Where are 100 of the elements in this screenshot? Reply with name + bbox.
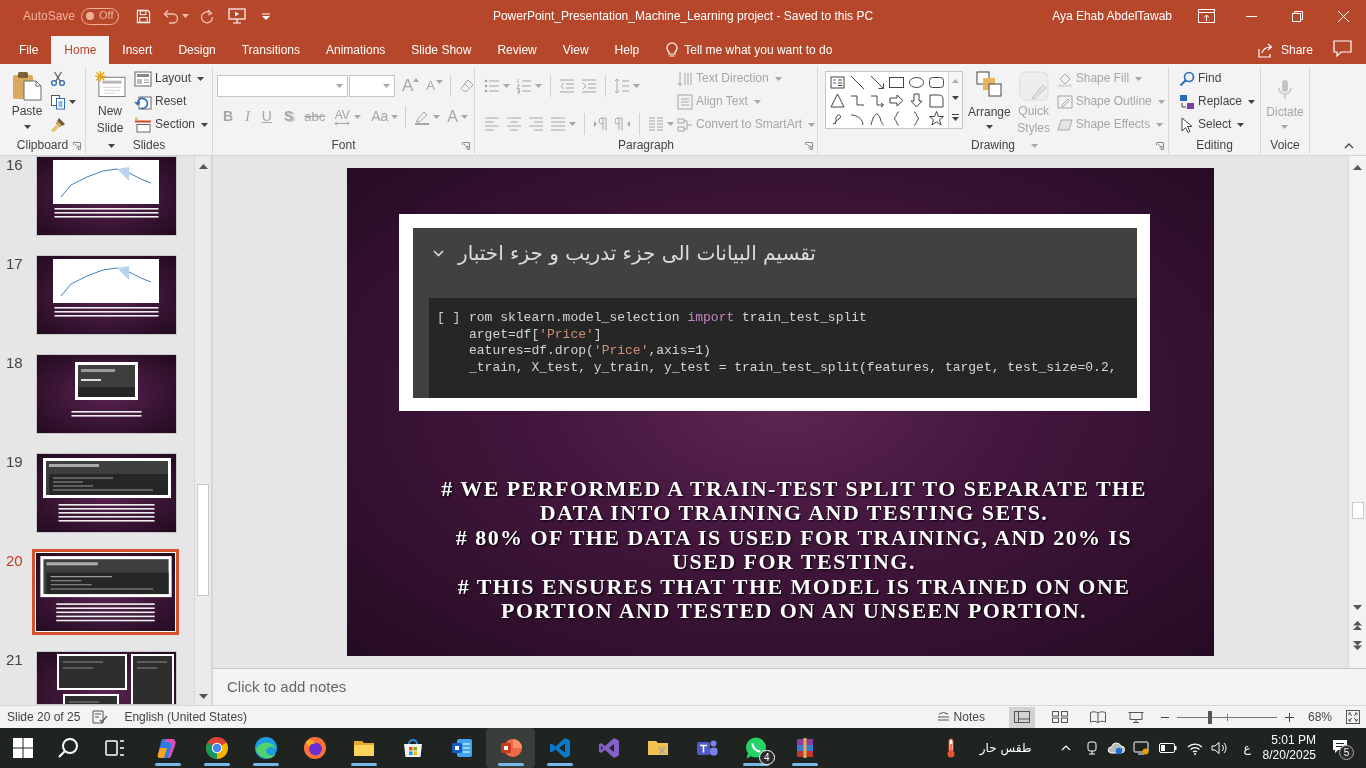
replace-button[interactable]: Replace [1177,90,1258,113]
shape-effects-icon [1056,116,1073,133]
next-slide-icon[interactable] [1353,641,1362,650]
fit-to-window-icon[interactable] [1346,710,1360,724]
arrange-button[interactable]: Arrange [966,67,1013,137]
slide-thumbnail[interactable] [36,354,177,434]
slide-thumbnail[interactable] [32,549,179,635]
diagonal-arrow-icon[interactable] [869,74,885,90]
chevron-down-icon[interactable] [433,250,444,257]
ribbon-display-icon[interactable] [1198,9,1215,23]
paste-button[interactable]: Paste [5,67,49,137]
zoom-level[interactable]: 68% [1307,709,1332,725]
layout-button[interactable]: Layout [132,67,211,90]
ltr-paragraph-icon [593,116,609,132]
triangle-icon[interactable] [830,92,846,108]
cursor-icon [1179,116,1195,133]
slide-thumbnail[interactable] [36,255,177,335]
redo-icon[interactable] [200,8,215,24]
input-language[interactable]: ع [1243,740,1251,756]
new-slide-button[interactable]: New Slide [90,67,130,137]
badge-count: 4 [759,750,775,765]
caret-down-icon [1248,99,1256,104]
elbow-arrow-icon[interactable] [869,92,885,108]
layout-icon [134,70,152,87]
text-box-icon[interactable] [830,74,846,90]
wifi-icon[interactable] [1187,741,1204,755]
ribbon-tab[interactable]: Review [484,36,550,64]
clock-time: 5:01 PM [1270,733,1316,748]
comment-icon[interactable] [1333,39,1352,57]
taskbar-app-button[interactable]: 4 [731,728,780,768]
gallery-more-icon[interactable] [952,114,959,122]
dialog-launcher-icon[interactable] [462,141,470,150]
star-icon[interactable] [928,110,944,126]
oval-icon[interactable] [909,74,924,90]
dialog-launcher-icon[interactable] [805,141,813,150]
normal-view-button[interactable] [1008,706,1035,728]
speaker-icon[interactable] [1211,741,1228,755]
presentation-screen-icon[interactable] [228,8,247,24]
block-arrow-down-icon[interactable] [909,92,924,108]
ribbon-tab[interactable]: Insert [109,36,166,64]
chevron-up-icon[interactable] [1061,745,1072,751]
microphone-icon [1276,79,1294,101]
caret-down-icon [808,122,816,127]
ribbon-tab[interactable]: Slide Show [398,36,485,64]
ribbon-tab[interactable]: View [549,36,602,64]
weather-text: طقس حار [979,740,1032,756]
scroll-up-icon[interactable] [1353,165,1362,170]
monitor-icon[interactable] [1133,741,1150,755]
chat-bubble-icon [743,736,768,760]
dialog-launcher-icon[interactable] [1156,141,1164,150]
ribbon-tab[interactable]: Home [51,36,110,64]
curve-icon[interactable] [869,110,885,126]
previous-slide-icon[interactable] [1353,621,1362,630]
plus-icon[interactable] [1284,712,1294,722]
scissors-icon[interactable] [50,70,66,87]
scroll-down-icon[interactable] [1353,605,1362,610]
slide-number: 19 [5,453,24,471]
webcam-icon[interactable] [1085,741,1100,755]
caret-down-icon [433,115,441,119]
reset-button[interactable]: Reset [132,90,211,113]
scroll-up-icon[interactable] [198,164,208,169]
rectangle-icon[interactable] [889,74,905,90]
gallery-down-icon[interactable] [952,96,959,101]
block-arrow-right-icon[interactable] [889,92,905,108]
ribbon-tab[interactable]: File [6,36,52,64]
slide-thumbnail[interactable] [36,156,177,236]
slide-thumbnail[interactable] [36,651,177,705]
section-button[interactable]: Section [132,113,211,136]
document-check-icon[interactable] [92,710,109,724]
caret-down-icon [535,84,542,88]
paintbrush-icon[interactable] [50,116,66,133]
ribbon-tab[interactable]: Design [165,36,229,64]
caret-down-icon [108,143,115,148]
scroll-thumb[interactable] [197,484,210,596]
undo-icon[interactable] [162,8,180,24]
notes-lines-icon [937,712,949,722]
customize-caret-icon[interactable] [262,12,271,20]
scroll-thumb[interactable] [1351,502,1364,519]
tell-me-button[interactable]: Tell me what you want to do [666,36,833,64]
rtl-paragraph-icon [615,116,631,132]
ribbon-tab[interactable]: Animations [313,36,399,64]
dialog-launcher-icon[interactable] [73,141,81,150]
diagonal-line-icon[interactable] [850,74,865,90]
slide-thumbnail[interactable] [36,453,177,533]
code-line: _train, X_test, y_train, y_test = train_test_split(features, target, test_size=0.2, [469,359,1117,376]
cloud-icon[interactable] [1107,741,1126,755]
select-button[interactable]: Select [1177,113,1258,136]
scroll-down-icon[interactable] [198,694,208,699]
ribbon-tab[interactable]: Help [601,36,653,64]
ribbon-tab[interactable]: Transitions [228,36,313,64]
zoom-thumb[interactable] [1207,710,1212,724]
minus-icon[interactable] [1160,716,1169,718]
notes-field[interactable]: Click to add notes [225,676,525,698]
collapse-ribbon-icon[interactable] [1344,143,1354,149]
rounded-rectangle-icon[interactable] [928,74,944,90]
notes-button[interactable]: Notes [937,709,985,725]
find-button[interactable]: Find [1177,67,1258,90]
battery-icon[interactable] [1159,743,1178,753]
share-button[interactable]: Share [1257,36,1313,64]
pages-icon [50,93,66,110]
